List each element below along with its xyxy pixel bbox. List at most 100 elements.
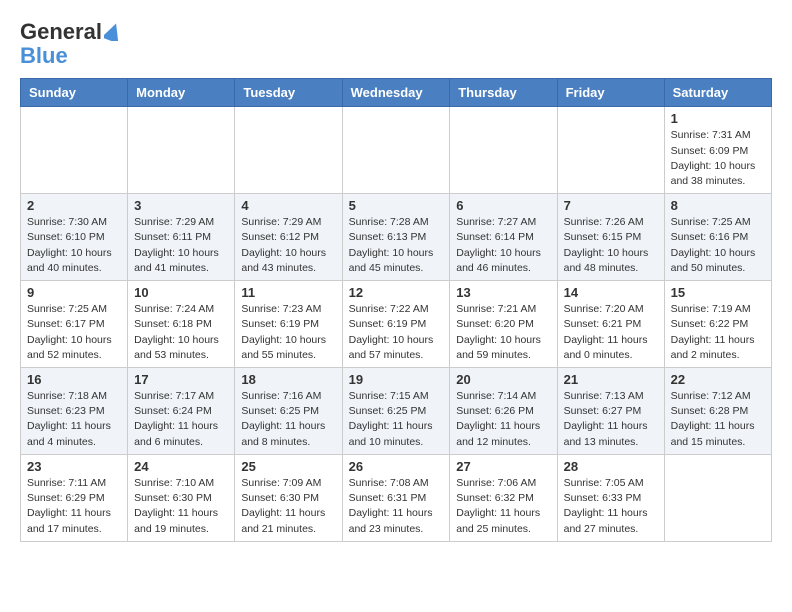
day-info: Sunrise: 7:26 AM Sunset: 6:15 PM Dayligh…	[564, 215, 658, 276]
day-info: Sunrise: 7:22 AM Sunset: 6:19 PM Dayligh…	[349, 302, 444, 363]
day-number: 2	[27, 198, 121, 213]
calendar-cell: 17 Sunrise: 7:17 AM Sunset: 6:24 PM Dayli…	[128, 368, 235, 455]
calendar-week-row: 23Sunrise: 7:11 AM Sunset: 6:29 PM Dayli…	[21, 454, 772, 541]
day-number: 3	[134, 198, 228, 213]
day-info: Sunrise: 7:15 AM Sunset: 6:25 PM Dayligh…	[349, 389, 444, 450]
weekday-header: Friday	[557, 79, 664, 107]
calendar-cell: 24Sunrise: 7:10 AM Sunset: 6:30 PM Dayli…	[128, 454, 235, 541]
calendar-cell: 10 Sunrise: 7:24 AM Sunset: 6:18 PM Dayli…	[128, 281, 235, 368]
day-number: 12	[349, 285, 444, 300]
weekday-header: Wednesday	[342, 79, 450, 107]
calendar-cell: 1 Sunrise: 7:31 AM Sunset: 6:09 PM Daylig…	[664, 107, 771, 194]
weekday-header: Sunday	[21, 79, 128, 107]
calendar-cell: 8 Sunrise: 7:25 AM Sunset: 6:16 PM Daylig…	[664, 194, 771, 281]
day-number: 17	[134, 372, 228, 387]
logo-general: General	[20, 19, 102, 44]
day-number: 15	[671, 285, 765, 300]
day-number: 14	[564, 285, 658, 300]
weekday-header: Saturday	[664, 79, 771, 107]
day-info: Sunrise: 7:16 AM Sunset: 6:25 PM Dayligh…	[241, 389, 335, 450]
day-number: 21	[564, 372, 658, 387]
page-header: General Blue	[20, 20, 772, 68]
day-number: 16	[27, 372, 121, 387]
weekday-header: Tuesday	[235, 79, 342, 107]
day-info: Sunrise: 7:29 AM Sunset: 6:12 PM Dayligh…	[241, 215, 335, 276]
day-number: 18	[241, 372, 335, 387]
weekday-header: Monday	[128, 79, 235, 107]
logo: General Blue	[20, 20, 122, 68]
day-info: Sunrise: 7:20 AM Sunset: 6:21 PM Dayligh…	[564, 302, 658, 363]
calendar-cell: 27Sunrise: 7:06 AM Sunset: 6:32 PM Dayli…	[450, 454, 557, 541]
day-info: Sunrise: 7:28 AM Sunset: 6:13 PM Dayligh…	[349, 215, 444, 276]
calendar-cell: 18 Sunrise: 7:16 AM Sunset: 6:25 PM Dayli…	[235, 368, 342, 455]
day-number: 8	[671, 198, 765, 213]
day-info: Sunrise: 7:24 AM Sunset: 6:18 PM Dayligh…	[134, 302, 228, 363]
calendar-week-row: 2 Sunrise: 7:30 AM Sunset: 6:10 PM Daylig…	[21, 194, 772, 281]
day-number: 4	[241, 198, 335, 213]
calendar-cell	[21, 107, 128, 194]
calendar-cell: 4 Sunrise: 7:29 AM Sunset: 6:12 PM Daylig…	[235, 194, 342, 281]
calendar-header-row: SundayMondayTuesdayWednesdayThursdayFrid…	[21, 79, 772, 107]
calendar-week-row: 16 Sunrise: 7:18 AM Sunset: 6:23 PM Dayli…	[21, 368, 772, 455]
day-info: Sunrise: 7:06 AM Sunset: 6:32 PM Dayligh…	[456, 476, 550, 537]
calendar-cell: 21 Sunrise: 7:13 AM Sunset: 6:27 PM Dayli…	[557, 368, 664, 455]
calendar-cell: 22 Sunrise: 7:12 AM Sunset: 6:28 PM Dayli…	[664, 368, 771, 455]
calendar-cell: 16 Sunrise: 7:18 AM Sunset: 6:23 PM Dayli…	[21, 368, 128, 455]
day-info: Sunrise: 7:23 AM Sunset: 6:19 PM Dayligh…	[241, 302, 335, 363]
calendar-cell: 9 Sunrise: 7:25 AM Sunset: 6:17 PM Daylig…	[21, 281, 128, 368]
day-info: Sunrise: 7:08 AM Sunset: 6:31 PM Dayligh…	[349, 476, 444, 537]
calendar-cell: 2 Sunrise: 7:30 AM Sunset: 6:10 PM Daylig…	[21, 194, 128, 281]
day-info: Sunrise: 7:31 AM Sunset: 6:09 PM Dayligh…	[671, 128, 765, 189]
calendar-cell	[450, 107, 557, 194]
calendar-cell: 28 Sunrise: 7:05 AM Sunset: 6:33 PM Dayli…	[557, 454, 664, 541]
calendar-cell: 5 Sunrise: 7:28 AM Sunset: 6:13 PM Daylig…	[342, 194, 450, 281]
calendar-cell: 12 Sunrise: 7:22 AM Sunset: 6:19 PM Dayli…	[342, 281, 450, 368]
day-number: 13	[456, 285, 550, 300]
day-info: Sunrise: 7:29 AM Sunset: 6:11 PM Dayligh…	[134, 215, 228, 276]
day-info: Sunrise: 7:25 AM Sunset: 6:16 PM Dayligh…	[671, 215, 765, 276]
day-number: 20	[456, 372, 550, 387]
logo-text: General Blue	[20, 20, 122, 68]
day-number: 10	[134, 285, 228, 300]
calendar-cell: 19 Sunrise: 7:15 AM Sunset: 6:25 PM Dayli…	[342, 368, 450, 455]
calendar-cell	[128, 107, 235, 194]
calendar-cell: 3 Sunrise: 7:29 AM Sunset: 6:11 PM Daylig…	[128, 194, 235, 281]
day-number: 28	[564, 459, 658, 474]
calendar-table: SundayMondayTuesdayWednesdayThursdayFrid…	[20, 78, 772, 541]
day-number: 25	[241, 459, 335, 474]
day-info: Sunrise: 7:12 AM Sunset: 6:28 PM Dayligh…	[671, 389, 765, 450]
day-number: 24	[134, 459, 228, 474]
calendar-week-row: 1 Sunrise: 7:31 AM Sunset: 6:09 PM Daylig…	[21, 107, 772, 194]
day-info: Sunrise: 7:30 AM Sunset: 6:10 PM Dayligh…	[27, 215, 121, 276]
day-number: 6	[456, 198, 550, 213]
calendar-cell: 26 Sunrise: 7:08 AM Sunset: 6:31 PM Dayli…	[342, 454, 450, 541]
day-info: Sunrise: 7:05 AM Sunset: 6:33 PM Dayligh…	[564, 476, 658, 537]
calendar-cell: 15 Sunrise: 7:19 AM Sunset: 6:22 PM Dayli…	[664, 281, 771, 368]
day-number: 19	[349, 372, 444, 387]
logo-icon	[104, 23, 122, 41]
day-info: Sunrise: 7:27 AM Sunset: 6:14 PM Dayligh…	[456, 215, 550, 276]
calendar-cell	[557, 107, 664, 194]
calendar-cell: 11 Sunrise: 7:23 AM Sunset: 6:19 PM Dayli…	[235, 281, 342, 368]
day-number: 26	[349, 459, 444, 474]
day-number: 22	[671, 372, 765, 387]
day-info: Sunrise: 7:18 AM Sunset: 6:23 PM Dayligh…	[27, 389, 121, 450]
logo-blue: Blue	[20, 43, 68, 68]
day-info: Sunrise: 7:14 AM Sunset: 6:26 PM Dayligh…	[456, 389, 550, 450]
weekday-header: Thursday	[450, 79, 557, 107]
day-number: 1	[671, 111, 765, 126]
calendar-week-row: 9 Sunrise: 7:25 AM Sunset: 6:17 PM Daylig…	[21, 281, 772, 368]
calendar-cell	[664, 454, 771, 541]
day-info: Sunrise: 7:19 AM Sunset: 6:22 PM Dayligh…	[671, 302, 765, 363]
day-info: Sunrise: 7:13 AM Sunset: 6:27 PM Dayligh…	[564, 389, 658, 450]
day-number: 9	[27, 285, 121, 300]
calendar-cell	[235, 107, 342, 194]
day-number: 11	[241, 285, 335, 300]
day-info: Sunrise: 7:11 AM Sunset: 6:29 PM Dayligh…	[27, 476, 121, 537]
day-info: Sunrise: 7:25 AM Sunset: 6:17 PM Dayligh…	[27, 302, 121, 363]
day-info: Sunrise: 7:09 AM Sunset: 6:30 PM Dayligh…	[241, 476, 335, 537]
day-number: 5	[349, 198, 444, 213]
day-info: Sunrise: 7:17 AM Sunset: 6:24 PM Dayligh…	[134, 389, 228, 450]
day-info: Sunrise: 7:21 AM Sunset: 6:20 PM Dayligh…	[456, 302, 550, 363]
calendar-cell: 14 Sunrise: 7:20 AM Sunset: 6:21 PM Dayli…	[557, 281, 664, 368]
